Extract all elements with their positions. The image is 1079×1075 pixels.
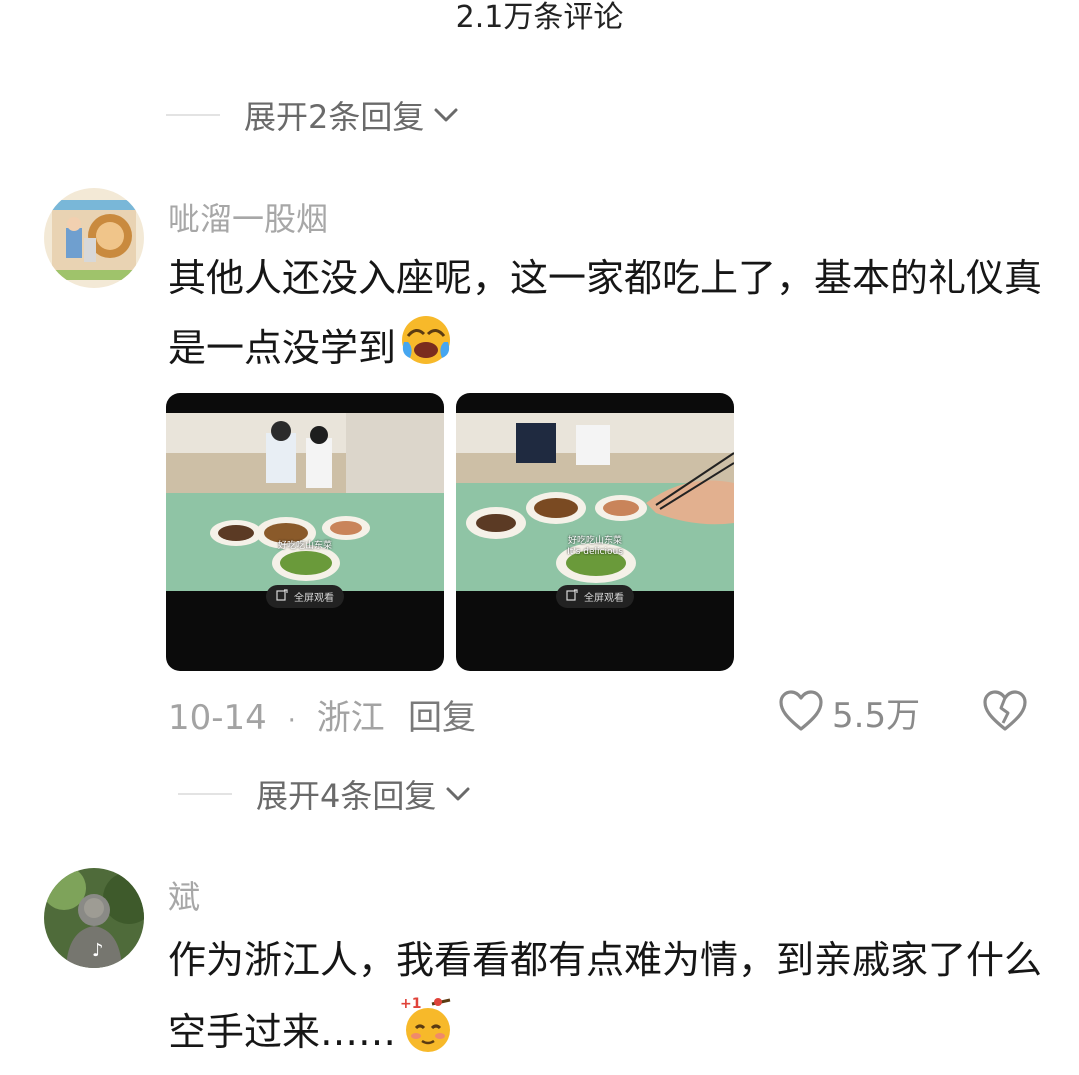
fullscreen-label: 全屏观看 <box>294 593 334 604</box>
comment-meta: 10-14 · 浙江 <box>168 690 385 739</box>
avatar-image <box>44 188 144 288</box>
fullscreen-icon <box>276 589 288 604</box>
broken-heart-icon <box>982 690 1028 737</box>
fullscreen-button[interactable]: 全屏观看 <box>266 585 344 608</box>
comment-body: 作为浙江人，我看看都有点难为情，到亲戚家了什么空手过来…… <box>168 938 1043 1054</box>
divider-line <box>166 114 220 116</box>
meta-separator: · <box>287 706 296 736</box>
chevron-down-icon <box>432 101 460 129</box>
comment-username[interactable]: 呲溜一股烟 <box>168 194 328 240</box>
food-photo <box>166 413 444 591</box>
dislike-button[interactable] <box>982 689 1028 737</box>
chevron-down-icon <box>444 780 472 808</box>
comment-date: 10-14 <box>168 698 267 738</box>
expand-replies-button[interactable]: 展开4条回复 <box>178 771 472 817</box>
reply-button[interactable]: 回复 <box>408 690 476 739</box>
food-photo <box>456 413 734 591</box>
laughing-crying-face-icon <box>398 312 454 389</box>
video-subtitle: 好吃吃山东菜 <box>277 541 332 551</box>
plus-one-shy-face-icon: +1 <box>398 994 462 1075</box>
like-count: 5.5万 <box>832 696 921 736</box>
divider-line <box>178 793 232 795</box>
fullscreen-button[interactable]: 全屏观看 <box>556 585 634 608</box>
comment-text: 其他人还没入座呢，这一家都吃上了，基本的礼仪真是一点没学到 <box>168 244 1048 389</box>
comment-username[interactable]: 斌 <box>168 872 200 918</box>
avatar-image: ♪ <box>44 868 144 968</box>
comment-text: 作为浙江人，我看看都有点难为情，到亲戚家了什么空手过来…… +1 <box>168 926 1048 1075</box>
like-button[interactable]: 5.5万 <box>778 688 920 737</box>
subtitle-line-1: 好吃吃山东菜 <box>567 536 622 546</box>
fullscreen-label: 全屏观看 <box>584 593 624 604</box>
svg-text:♪: ♪ <box>92 940 104 961</box>
expand-replies-button[interactable]: 展开2条回复 <box>166 92 460 138</box>
video-subtitle: 好吃吃山东菜 It's delicious <box>456 536 734 558</box>
avatar[interactable]: ♪ <box>44 868 144 968</box>
comments-count-title: 2.1万条评论 <box>455 0 624 35</box>
comment-body: 其他人还没入座呢，这一家都吃上了，基本的礼仪真是一点没学到 <box>168 256 1043 370</box>
fullscreen-icon <box>566 589 578 604</box>
avatar[interactable] <box>44 188 144 288</box>
comment-location: 浙江 <box>316 698 385 738</box>
expand-replies-label: 展开2条回复 <box>244 98 425 136</box>
subtitle-line-2: It's delicious <box>567 547 623 557</box>
expand-replies-label: 展开4条回复 <box>256 777 437 815</box>
comment-image-2[interactable]: 好吃吃山东菜 It's delicious 全屏观看 <box>456 393 734 671</box>
comment-image-1[interactable]: 好吃吃山东菜 全屏观看 <box>166 393 444 671</box>
svg-text:+1: +1 <box>400 996 421 1012</box>
heart-icon <box>778 689 824 737</box>
